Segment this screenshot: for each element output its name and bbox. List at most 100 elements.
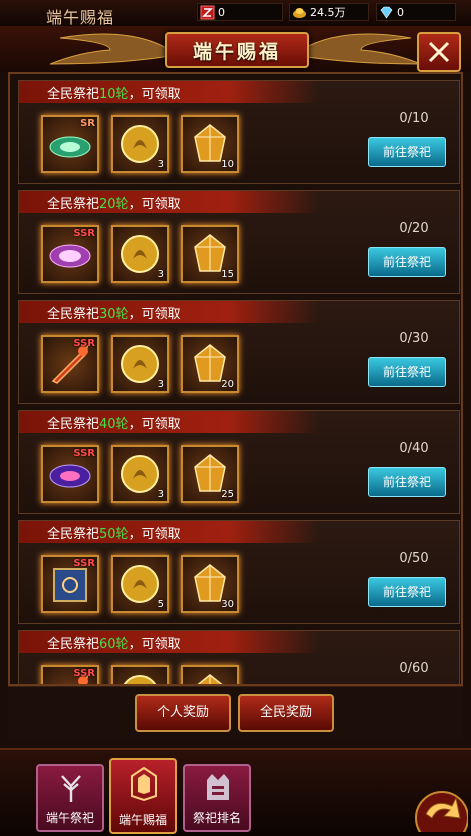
goto-sacrifice-button[interactable]: 前往祭祀 bbox=[368, 247, 446, 277]
row-title: 全民祭祀10轮，可领取 bbox=[47, 83, 181, 102]
row-header: 全民祭祀20轮，可领取 bbox=[19, 191, 319, 213]
item-quantity: 3 bbox=[157, 159, 164, 170]
item-quantity: 3 bbox=[157, 379, 164, 390]
reward-item[interactable]: SSR bbox=[41, 665, 99, 684]
tree-icon bbox=[61, 775, 81, 802]
reward-item[interactable]: 15 bbox=[181, 225, 239, 283]
reward-item[interactable]: SSR bbox=[41, 335, 99, 393]
row-title-prefix: 全民祭祀 bbox=[47, 197, 100, 212]
red-z-icon bbox=[200, 5, 215, 20]
row-title-prefix: 全民祭祀 bbox=[47, 527, 100, 542]
reward-item[interactable]: 20 bbox=[181, 335, 239, 393]
item-quantity: 15 bbox=[221, 269, 234, 280]
goto-sacrifice-button[interactable]: 前往祭祀 bbox=[368, 357, 446, 387]
row-header: 全民祭祀50轮，可领取 bbox=[19, 521, 319, 543]
row-header: 全民祭祀40轮，可领取 bbox=[19, 411, 319, 433]
row-title: 全民祭祀20轮，可领取 bbox=[47, 193, 181, 212]
tab-festival-blessing[interactable]: 端午赐福 bbox=[109, 758, 177, 834]
close-button[interactable] bbox=[417, 32, 461, 72]
row-title-rounds: 10轮 bbox=[99, 87, 129, 102]
diamond-icon bbox=[380, 6, 393, 19]
reward-item[interactable]: SSR bbox=[41, 225, 99, 283]
row-header: 全民祭祀10轮，可领取 bbox=[19, 81, 319, 103]
row-header: 全民祭祀30轮，可领取 bbox=[19, 301, 319, 323]
banner: 端午赐福 bbox=[0, 26, 471, 72]
gold-ingot-icon bbox=[293, 8, 306, 18]
row-title: 全民祭祀40轮，可领取 bbox=[47, 413, 181, 432]
reward-item[interactable]: 3 bbox=[111, 115, 169, 173]
item-quantity: 25 bbox=[221, 489, 234, 500]
row-title-rounds: 60轮 bbox=[99, 637, 129, 652]
reward-item[interactable]: SSR bbox=[41, 555, 99, 613]
reward-item[interactable]: SR bbox=[41, 115, 99, 173]
item-quantity: 30 bbox=[221, 599, 234, 610]
row-title-suffix: ，可领取 bbox=[128, 527, 181, 542]
back-button[interactable] bbox=[406, 788, 469, 836]
row-title-suffix: ，可领取 bbox=[128, 197, 181, 212]
reward-row: 全民祭祀20轮，可领取 SSR 3 15 0/20 前往祭祀 bbox=[18, 190, 460, 294]
reward-row: 全民祭祀30轮，可领取 SSR 3 20 0/30 前往祭祀 bbox=[18, 300, 460, 404]
row-title-prefix: 全民祭祀 bbox=[47, 87, 100, 102]
reward-item[interactable] bbox=[181, 665, 239, 684]
rarity-badge: SSR bbox=[73, 338, 95, 349]
diamond-value: 0 bbox=[397, 6, 404, 19]
banner-plate: 端午赐福 bbox=[165, 32, 309, 68]
reward-row: 全民祭祀60轮，可领取SSR0/60前往祭祀 bbox=[18, 630, 460, 684]
tab-sacrifice-ranking[interactable]: 祭祀排名 bbox=[183, 764, 251, 832]
row-title-suffix: ，可领取 bbox=[128, 417, 181, 432]
reward-item[interactable] bbox=[111, 665, 169, 684]
reward-item[interactable]: 10 bbox=[181, 115, 239, 173]
reward-item[interactable]: 5 bbox=[111, 555, 169, 613]
progress-text: 0/50 bbox=[399, 551, 429, 566]
progress-text: 0/20 bbox=[399, 221, 429, 236]
item-quantity: 3 bbox=[157, 269, 164, 280]
reward-list-panel[interactable]: 全民祭祀10轮，可领取 SR 3 10 0/10 前往祭祀 全民祭祀20轮，可领取 SSR 3 1… bbox=[8, 72, 463, 686]
tab-festival-sacrifice[interactable]: 端午祭祀 bbox=[36, 764, 104, 832]
row-title-rounds: 50轮 bbox=[99, 527, 129, 542]
personal-reward-button[interactable]: 个人奖励 bbox=[135, 694, 231, 732]
reward-item[interactable]: 3 bbox=[111, 225, 169, 283]
row-header: 全民祭祀60轮，可领取 bbox=[19, 631, 319, 653]
tab-label: 端午赐福 bbox=[118, 813, 167, 827]
all-reward-button[interactable]: 全民奖励 bbox=[238, 694, 334, 732]
item-quantity: 10 bbox=[221, 159, 234, 170]
bottom-nav: 端午祭祀 端午赐福 祭祀排名 bbox=[0, 748, 471, 836]
reward-row: 全民祭祀50轮，可领取 SSR 5 30 0/50 前往祭祀 bbox=[18, 520, 460, 624]
progress-text: 0/40 bbox=[399, 441, 429, 456]
currency-red-value: 0 bbox=[218, 6, 225, 19]
row-title: 全民祭祀30轮，可领取 bbox=[47, 303, 181, 322]
left-wing-ornament bbox=[50, 33, 170, 65]
row-title-rounds: 40轮 bbox=[99, 417, 129, 432]
row-title-suffix: ，可领取 bbox=[128, 307, 181, 322]
rank-icon bbox=[207, 774, 229, 800]
row-title-prefix: 全民祭祀 bbox=[47, 417, 100, 432]
reward-row: 全民祭祀40轮，可领取 SSR 3 25 0/40 前往祭祀 bbox=[18, 410, 460, 514]
reward-item[interactable]: SSR bbox=[41, 445, 99, 503]
rarity-badge: SR bbox=[80, 118, 95, 129]
back-arrow-icon bbox=[415, 791, 469, 836]
emblem-icon bbox=[131, 766, 157, 802]
item-quantity: 5 bbox=[157, 599, 164, 610]
goto-sacrifice-button[interactable]: 前往祭祀 bbox=[368, 577, 446, 607]
row-title-prefix: 全民祭祀 bbox=[47, 637, 100, 652]
rarity-badge: SSR bbox=[73, 448, 95, 459]
top-status-bar: 端午赐福 0 24.5万 0 bbox=[0, 0, 471, 27]
close-icon bbox=[428, 41, 450, 63]
reward-item[interactable]: 3 bbox=[111, 335, 169, 393]
item-quantity: 20 bbox=[221, 379, 234, 390]
tab-label: 祭祀排名 bbox=[192, 811, 241, 825]
reward-toggle-area: 个人奖励 全民奖励 bbox=[8, 686, 463, 739]
window-title: 端午赐福 bbox=[46, 8, 115, 27]
row-title-suffix: ，可领取 bbox=[128, 637, 181, 652]
reward-item[interactable]: 30 bbox=[181, 555, 239, 613]
row-title-suffix: ，可领取 bbox=[128, 87, 181, 102]
row-title-rounds: 20轮 bbox=[99, 197, 129, 212]
currency-red: 0 bbox=[197, 3, 283, 21]
currency-gold: 24.5万 bbox=[289, 3, 369, 21]
goto-sacrifice-button[interactable]: 前往祭祀 bbox=[368, 137, 446, 167]
reward-item[interactable]: 3 bbox=[111, 445, 169, 503]
progress-text: 0/30 bbox=[399, 331, 429, 346]
goto-sacrifice-button[interactable]: 前往祭祀 bbox=[368, 467, 446, 497]
reward-item[interactable]: 25 bbox=[181, 445, 239, 503]
rarity-badge: SSR bbox=[73, 558, 95, 569]
